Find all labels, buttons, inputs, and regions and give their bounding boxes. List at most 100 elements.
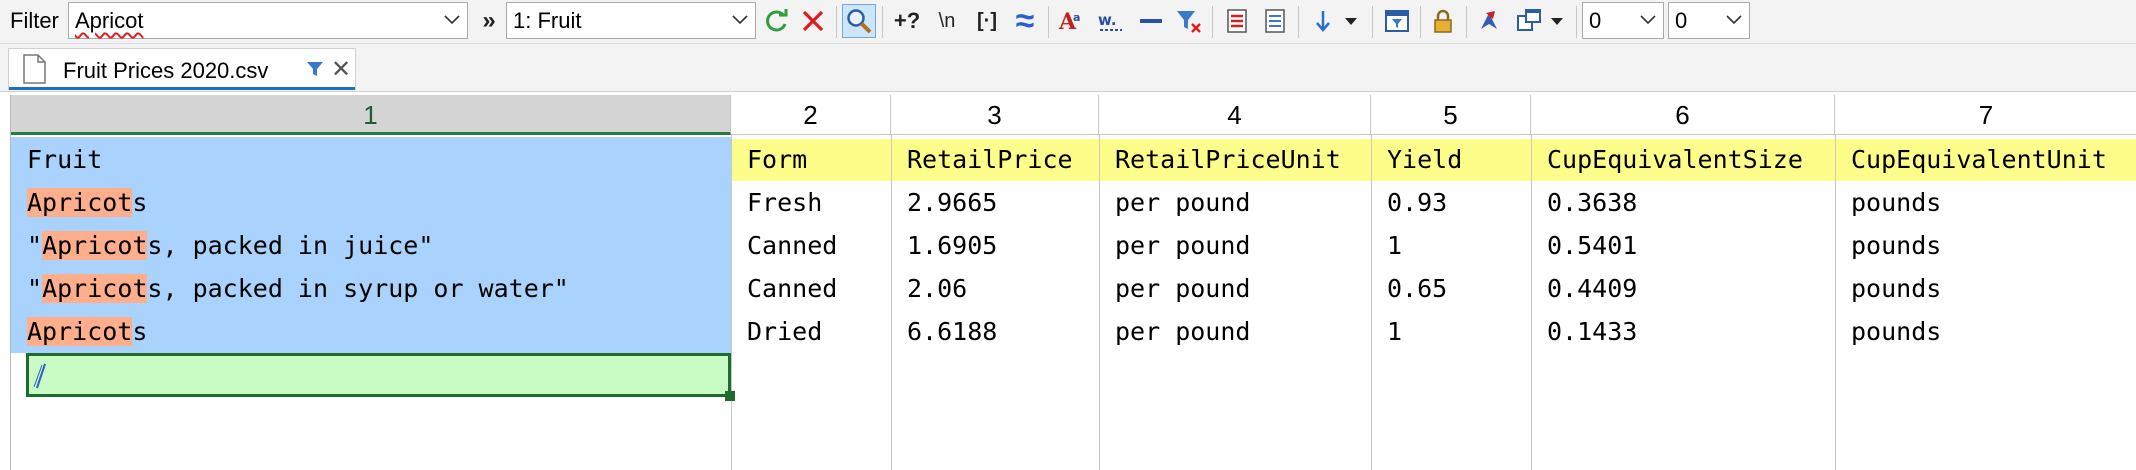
table-cell[interactable]: Canned: [731, 267, 891, 310]
tab-title: Fruit Prices 2020.csv: [63, 58, 269, 83]
svg-text:a: a: [1073, 11, 1080, 24]
collapse-icon[interactable]: [1134, 4, 1168, 38]
refresh-icon[interactable]: [760, 4, 794, 38]
match-highlight: Apricot: [27, 188, 133, 217]
close-icon[interactable]: ✕: [331, 55, 351, 84]
table-cell[interactable]: per pound: [1099, 181, 1371, 224]
table-cell[interactable]: Form: [731, 138, 891, 181]
table-cell[interactable]: Dried: [731, 310, 891, 353]
right-number-select[interactable]: 0: [1668, 2, 1750, 39]
table-cell[interactable]: 1.6905: [891, 224, 1099, 267]
table-cell[interactable]: 0.1433: [1531, 310, 1835, 353]
expand-options-button[interactable]: »: [472, 4, 506, 38]
table-cell[interactable]: pounds: [1835, 181, 2136, 224]
table-cell[interactable]: Apricots: [11, 181, 731, 224]
column-header-2[interactable]: 2: [731, 95, 891, 135]
table-cell[interactable]: per pound: [1099, 310, 1371, 353]
toolbar-separator: [1576, 6, 1577, 38]
table-cell[interactable]: RetailPriceUnit: [1099, 138, 1371, 181]
table-cell[interactable]: 2.06: [891, 267, 1099, 310]
table-cell[interactable]: CupEquivalentUnit: [1835, 138, 2136, 181]
table-cell[interactable]: "Apricots, packed in syrup or water": [11, 267, 731, 310]
table-cell[interactable]: 1: [1371, 310, 1531, 353]
plus-question-button[interactable]: +?: [890, 4, 924, 38]
filter-window-icon[interactable]: [1380, 4, 1414, 38]
left-number-value: 0: [1589, 8, 1602, 33]
table-cell[interactable]: Fresh: [731, 181, 891, 224]
whole-word-icon[interactable]: w.: [1094, 4, 1128, 38]
table-cell[interactable]: 0.93: [1371, 181, 1531, 224]
column-header-7[interactable]: 7: [1835, 95, 2136, 135]
brackets-button[interactable]: [·]: [970, 4, 1004, 38]
column-header-4[interactable]: 4: [1099, 95, 1371, 135]
table-cell[interactable]: per pound: [1099, 224, 1371, 267]
table-cell[interactable]: Yield: [1371, 138, 1531, 181]
caret-down-icon[interactable]: [1540, 4, 1574, 38]
cell-prefix: ": [27, 274, 43, 303]
toolbar-separator: [1298, 6, 1299, 38]
cell-suffix: s: [132, 317, 148, 346]
filter-label: Filter: [10, 8, 59, 33]
table-cell[interactable]: Apricots: [11, 310, 731, 353]
table-cell[interactable]: 0.5401: [1531, 224, 1835, 267]
chevron-down-icon[interactable]: [1725, 10, 1743, 30]
chevron-down-icon[interactable]: [1639, 10, 1657, 30]
fill-handle[interactable]: [725, 391, 735, 401]
toolbar-separator: [1420, 6, 1421, 38]
magnifier-icon[interactable]: [842, 4, 876, 38]
chevron-down-icon[interactable]: [443, 10, 461, 30]
right-number-value: 0: [1675, 8, 1688, 33]
tab-active-indicator: [9, 87, 355, 90]
clear-filter-icon[interactable]: [796, 4, 830, 38]
column-select-value: 1: Fruit: [513, 8, 582, 33]
table-cell[interactable]: 6.6188: [891, 310, 1099, 353]
toolbar-separator: [1212, 6, 1213, 38]
table-cell[interactable]: 0.65: [1371, 267, 1531, 310]
table-cell[interactable]: Fruit: [11, 138, 731, 181]
red-list-icon[interactable]: [1220, 4, 1254, 38]
table-cell[interactable]: 1: [1371, 224, 1531, 267]
table-cell[interactable]: pounds: [1835, 310, 2136, 353]
table-cell[interactable]: CupEquivalentSize: [1531, 138, 1835, 181]
table-cell[interactable]: pounds: [1835, 224, 2136, 267]
caret-down-icon[interactable]: [1334, 4, 1368, 38]
toolbar-separator: [1466, 6, 1467, 38]
cell-suffix: s, packed in juice": [147, 231, 434, 260]
table-cell[interactable]: 2.9665: [891, 181, 1099, 224]
lock-icon[interactable]: [1426, 4, 1460, 38]
column-header-5[interactable]: 5: [1371, 95, 1531, 135]
newline-button[interactable]: \n: [930, 4, 964, 38]
toolbar: Filter Apricot » 1: Fruit +? \n [·] ≈ Aa…: [0, 0, 2136, 44]
cell-suffix: s: [132, 188, 148, 217]
column-header-1[interactable]: 1: [11, 95, 731, 135]
toolbar-separator: [1372, 6, 1373, 38]
column-header-6[interactable]: 6: [1531, 95, 1835, 135]
table-cell[interactable]: RetailPrice: [891, 138, 1099, 181]
fuzzy-match-button[interactable]: ≈: [1008, 2, 1042, 40]
blue-list-icon[interactable]: [1258, 4, 1292, 38]
table-cell[interactable]: Canned: [731, 224, 891, 267]
filter-input[interactable]: Apricot: [75, 8, 143, 34]
text-cursor-icon: [33, 362, 49, 390]
font-case-icon[interactable]: Aa: [1054, 4, 1088, 38]
clear-all-filters-icon[interactable]: [1172, 4, 1206, 38]
chevron-down-icon[interactable]: [731, 10, 749, 30]
funnel-icon: [305, 59, 325, 79]
match-highlight: Apricot: [42, 274, 148, 303]
column-select[interactable]: 1: Fruit: [506, 2, 756, 39]
tab-fruit-prices[interactable]: Fruit Prices 2020.csv ✕: [8, 48, 356, 90]
table-cell[interactable]: per pound: [1099, 267, 1371, 310]
table-cell[interactable]: pounds: [1835, 267, 2136, 310]
filter-combobox[interactable]: Apricot: [68, 2, 468, 39]
left-number-select[interactable]: 0: [1582, 2, 1664, 39]
data-grid[interactable]: 1 2 3 4 5 6 7 Fruit Form RetailPrice Ret…: [10, 95, 2136, 470]
table-cell[interactable]: 0.3638: [1531, 181, 1835, 224]
svg-text:w.: w.: [1098, 11, 1117, 29]
table-cell[interactable]: 0.4409: [1531, 267, 1835, 310]
column-header-3[interactable]: 3: [891, 95, 1099, 135]
pin-red-icon[interactable]: [1472, 4, 1506, 38]
active-cell[interactable]: [26, 353, 735, 401]
table-cell[interactable]: "Apricots, packed in juice": [11, 224, 731, 267]
cell-suffix: Fruit: [27, 145, 103, 174]
match-highlight: Apricot: [42, 231, 148, 260]
